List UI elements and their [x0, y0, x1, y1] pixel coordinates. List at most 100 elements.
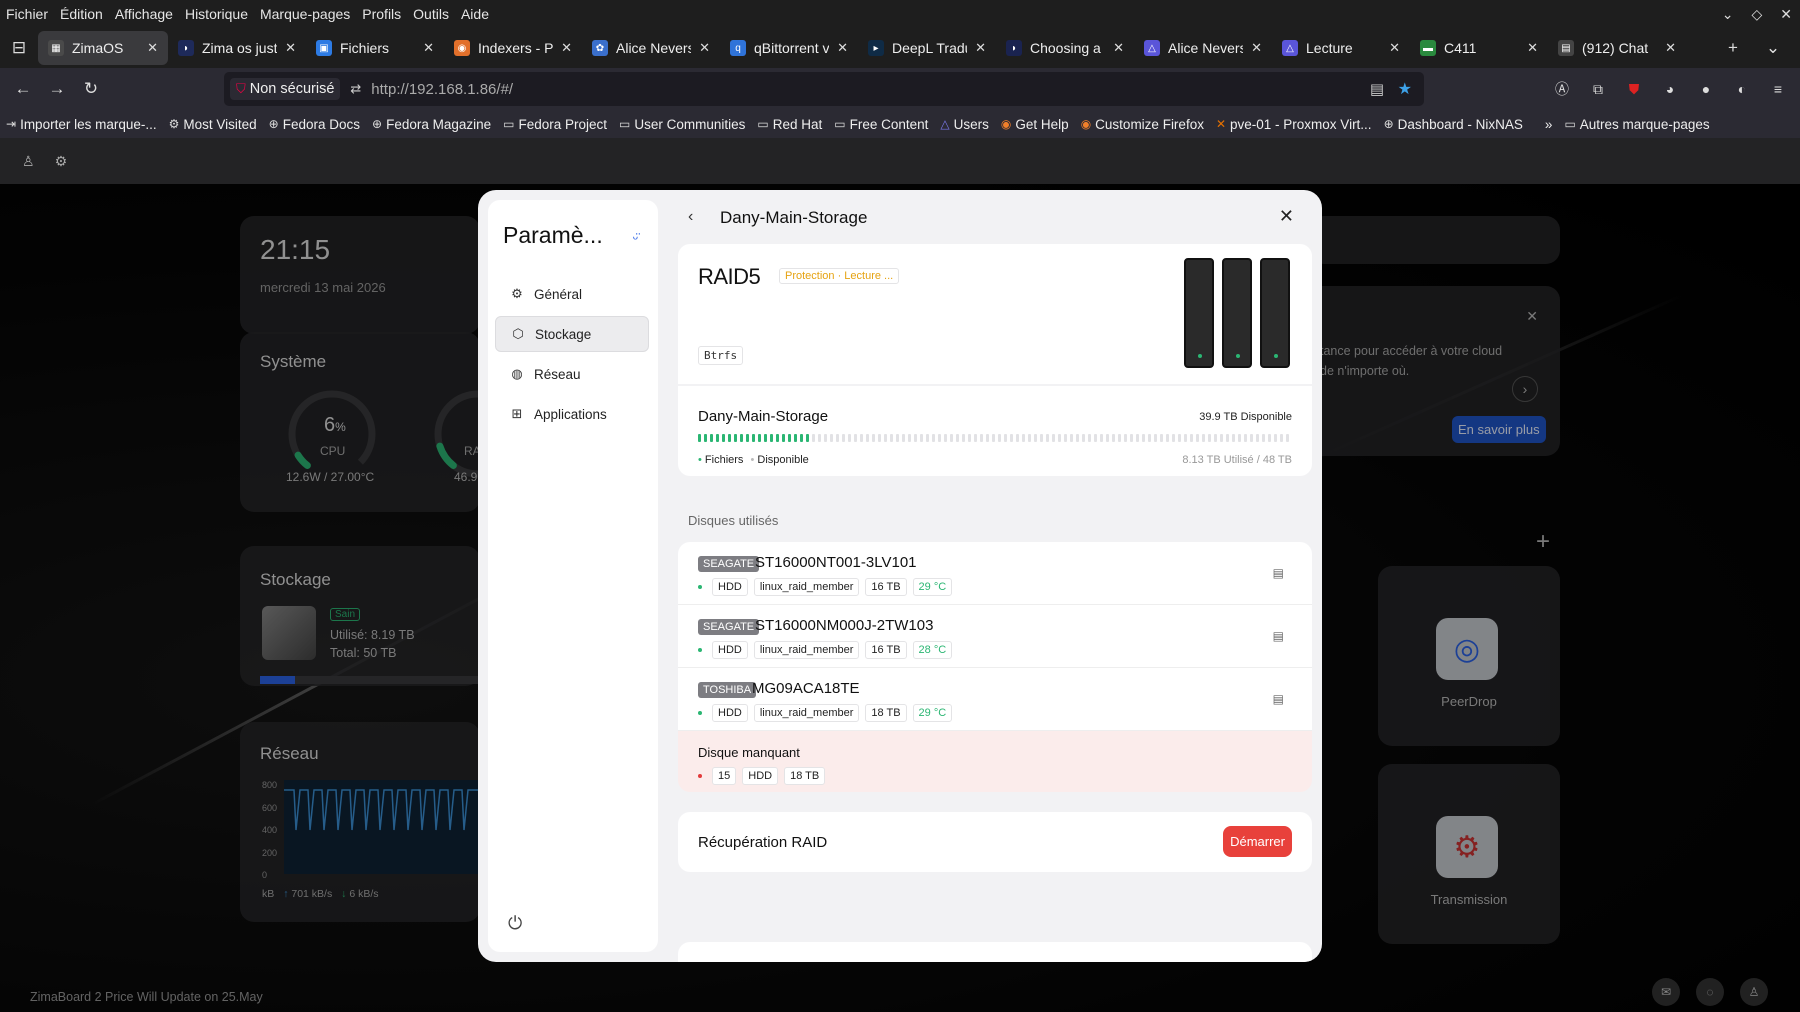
- disk-details-icon[interactable]: ▤: [1273, 692, 1284, 706]
- close-icon[interactable]: ✕: [1279, 206, 1294, 227]
- user-icon[interactable]: ♙: [22, 153, 35, 170]
- favicon-icon: ▸: [868, 40, 884, 56]
- permissions-icon[interactable]: ⇄: [350, 81, 361, 97]
- extension-icon[interactable]: ◕: [1656, 75, 1684, 103]
- reload-icon[interactable]: ↻: [74, 72, 108, 106]
- tab-label: ZimaOS: [72, 40, 124, 56]
- disk-details-icon[interactable]: ▤: [1273, 566, 1284, 580]
- tab-label: C411: [1444, 40, 1477, 56]
- menu-profils[interactable]: Profils: [356, 6, 407, 22]
- menu-fichier[interactable]: Fichier: [0, 6, 54, 22]
- sidebar-item-network[interactable]: ◍ Réseau: [495, 356, 649, 392]
- usage-segment: [842, 434, 845, 442]
- tab-list-icon[interactable]: ⌄: [1756, 31, 1790, 65]
- menu-outils[interactable]: Outils: [407, 6, 455, 22]
- tab-overview-icon[interactable]: ⊟: [0, 31, 38, 65]
- bookmark-other[interactable]: ▭ Autres marque-pages: [1558, 117, 1715, 132]
- tab-close-icon[interactable]: ✕: [837, 40, 848, 56]
- account-icon[interactable]: Ⓐ: [1548, 75, 1576, 103]
- favicon-icon: ◗: [1006, 40, 1022, 56]
- tab-11[interactable]: ▤ (912) Chat ✕: [1548, 31, 1686, 65]
- tab-1[interactable]: ◗ Zima os just s ✕: [168, 31, 306, 65]
- back-chevron-icon[interactable]: ‹: [688, 208, 693, 226]
- more-bookmarks-icon[interactable]: »: [1539, 117, 1559, 132]
- url-text[interactable]: http://192.168.1.86/#/: [371, 81, 513, 98]
- bookmark-free-content[interactable]: ▭ Free Content: [828, 117, 934, 132]
- bookmark-import[interactable]: ⇥ Importer les marque-...: [0, 117, 163, 132]
- usage-segment: [1076, 434, 1079, 442]
- url-bar[interactable]: ⛉ Non sécurisé ⇄ http://192.168.1.86/#/ ▤…: [224, 72, 1424, 106]
- menu-edition[interactable]: Édition: [54, 6, 109, 22]
- bookmark-users[interactable]: △ Users: [934, 117, 995, 132]
- sync-icon[interactable]: ◐: [1728, 75, 1756, 103]
- ublock-icon[interactable]: ⛊: [1620, 75, 1648, 103]
- tab-close-icon[interactable]: ✕: [423, 40, 434, 56]
- bookmark-fedora-magazine[interactable]: ⊕ Fedora Magazine: [366, 117, 497, 132]
- bookmark-fedora-project[interactable]: ▭ Fedora Project: [497, 117, 613, 132]
- start-recovery-button[interactable]: Démarrer: [1223, 826, 1292, 857]
- bookmark-red-hat[interactable]: ▭ Red Hat: [751, 117, 828, 132]
- tab-close-icon[interactable]: ✕: [975, 40, 986, 56]
- close-window-icon[interactable]: ✕: [1780, 6, 1792, 23]
- tab-close-icon[interactable]: ✕: [561, 40, 572, 56]
- tab-8[interactable]: △ Alice Nevers, ✕: [1134, 31, 1272, 65]
- settings-gear-icon[interactable]: ⚙: [55, 153, 68, 170]
- bookmark-star-icon[interactable]: ★: [1398, 79, 1412, 99]
- tab-7[interactable]: ◗ Choosing a gr ✕: [996, 31, 1134, 65]
- menu-aide[interactable]: Aide: [455, 6, 495, 22]
- tab-4[interactable]: ✿ Alice Nevers - ✕: [582, 31, 720, 65]
- favicon-icon: ◗: [178, 40, 194, 56]
- extension-dot-icon[interactable]: ●: [1692, 75, 1720, 103]
- power-icon[interactable]: ⏻: [508, 913, 522, 934]
- tab-6[interactable]: ▸ DeepL Traduc ✕: [858, 31, 996, 65]
- tab-close-icon[interactable]: ✕: [285, 40, 296, 56]
- disk-row[interactable]: SEAGATE ST16000NT001-3LV101 HDD linux_rai…: [678, 542, 1312, 605]
- tab-9[interactable]: △ Lecture ✕: [1272, 31, 1410, 65]
- smile-icon[interactable]: ᵕ̈: [633, 230, 638, 246]
- tab-close-icon[interactable]: ✕: [1251, 40, 1262, 56]
- tab-5[interactable]: q qBittorrent v5 ✕: [720, 31, 858, 65]
- tab-close-icon[interactable]: ✕: [1527, 40, 1538, 56]
- sidebar-item-general[interactable]: ⚙ Général: [495, 276, 649, 312]
- forward-icon[interactable]: →: [40, 72, 74, 106]
- bookmark-get-help[interactable]: ◉ Get Help: [995, 117, 1075, 132]
- disk-role-chip: linux_raid_member: [753, 641, 860, 659]
- security-indicator[interactable]: ⛉ Non sécurisé: [230, 78, 341, 100]
- tab-close-icon[interactable]: ✕: [1665, 40, 1676, 56]
- disk-row[interactable]: TOSHIBA MG09ACA18TE HDD linux_raid_member…: [678, 668, 1312, 731]
- sidebar-item-applications[interactable]: ⊞ Applications: [495, 396, 649, 432]
- tab-close-icon[interactable]: ✕: [1113, 40, 1124, 56]
- menu-historique[interactable]: Historique: [179, 6, 254, 22]
- bookmark-most-visited[interactable]: ⚙ Most Visited: [163, 117, 263, 132]
- bookmark-user-communities[interactable]: ▭ User Communities: [613, 117, 751, 132]
- bookmark-nixnas[interactable]: ⊕ Dashboard - NixNAS: [1378, 117, 1529, 132]
- sidebar-item-label: Stockage: [535, 326, 592, 342]
- tab-0[interactable]: ▦ ZimaOS ✕: [38, 31, 168, 65]
- raid-level: RAID5: [698, 264, 761, 289]
- bookmark-proxmox[interactable]: ✕ pve-01 - Proxmox Virt...: [1210, 117, 1378, 132]
- bookmark-customize-firefox[interactable]: ◉ Customize Firefox: [1075, 117, 1210, 132]
- new-tab-icon[interactable]: +: [1716, 31, 1750, 65]
- disk-row[interactable]: SEAGATE ST16000NM000J-2TW103 HDD linux_ra…: [678, 605, 1312, 668]
- restore-icon[interactable]: ◇: [1751, 6, 1762, 23]
- tab-close-icon[interactable]: ✕: [1389, 40, 1400, 56]
- tab-close-icon[interactable]: ✕: [699, 40, 710, 56]
- tab-label: Choosing a gr: [1030, 40, 1105, 56]
- menu-marque-pages[interactable]: Marque-pages: [254, 6, 356, 22]
- bookmark-fedora-docs[interactable]: ⊕ Fedora Docs: [263, 117, 366, 132]
- tab-2[interactable]: ▣ Fichiers ✕: [306, 31, 444, 65]
- back-icon[interactable]: ←: [6, 72, 40, 106]
- menu-icon[interactable]: ≡: [1764, 75, 1792, 103]
- menu-affichage[interactable]: Affichage: [109, 6, 179, 22]
- folder-icon: ▭: [503, 117, 515, 131]
- sidebar-item-storage[interactable]: ⬡ Stockage: [495, 316, 649, 352]
- tab-10[interactable]: ▬ C411 ✕: [1410, 31, 1548, 65]
- extensions-icon[interactable]: ⧉: [1584, 75, 1612, 103]
- tab-close-icon[interactable]: ✕: [147, 40, 158, 56]
- disk-details-icon[interactable]: ▤: [1273, 629, 1284, 643]
- reader-view-icon[interactable]: ▤: [1370, 80, 1384, 98]
- bookmark-label: Fedora Magazine: [386, 116, 492, 132]
- minimize-icon[interactable]: ⌄: [1722, 6, 1734, 23]
- tab-3[interactable]: ◉ Indexers - Pro ✕: [444, 31, 582, 65]
- missing-status-dot: [698, 774, 702, 778]
